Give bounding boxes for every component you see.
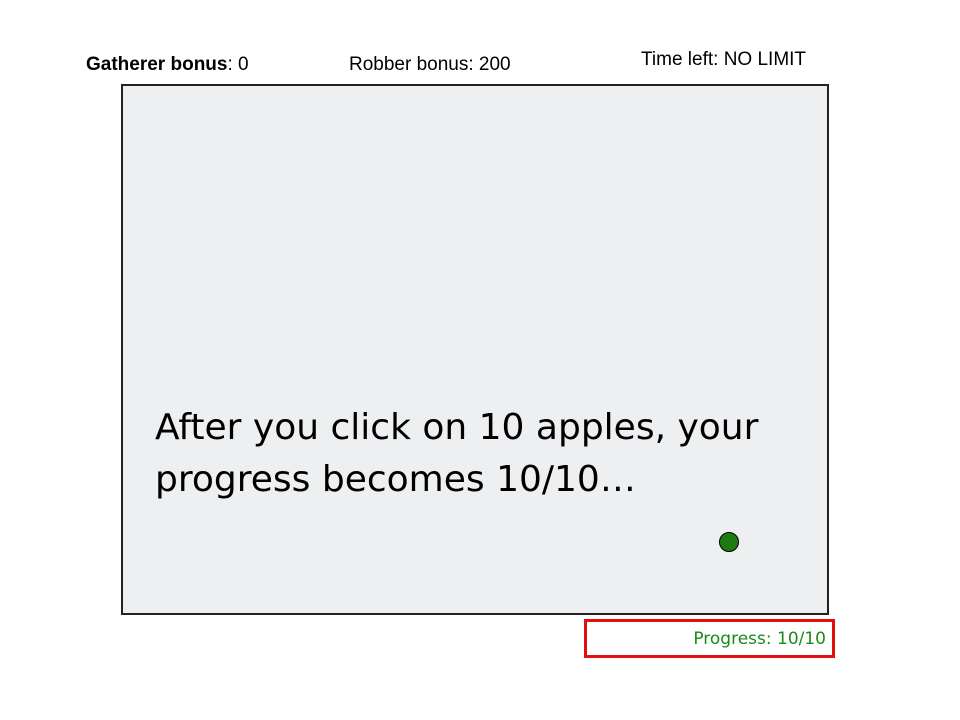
gatherer-bonus-label: Gatherer bonus [86,54,228,75]
gatherer-bonus: Gatherer bonus: 0 [86,54,249,76]
game-area[interactable]: After you click on 10 apples, your progr… [121,84,829,615]
progress-indicator: Progress: 10/10 [693,629,826,649]
robber-bonus: Robber bonus: 200 [349,54,511,75]
instruction-line-2: progress becomes 10/10… [155,459,636,500]
instruction-overlay: After you click on 10 apples, your progr… [155,402,795,506]
progress-highlight-box: Progress: 10/10 [584,619,835,658]
apple-icon[interactable] [719,532,739,552]
gatherer-bonus-value: : 0 [227,54,249,75]
time-left: Time left: NO LIMIT [641,49,807,70]
instruction-line-1: After you click on 10 apples, your [155,407,759,448]
